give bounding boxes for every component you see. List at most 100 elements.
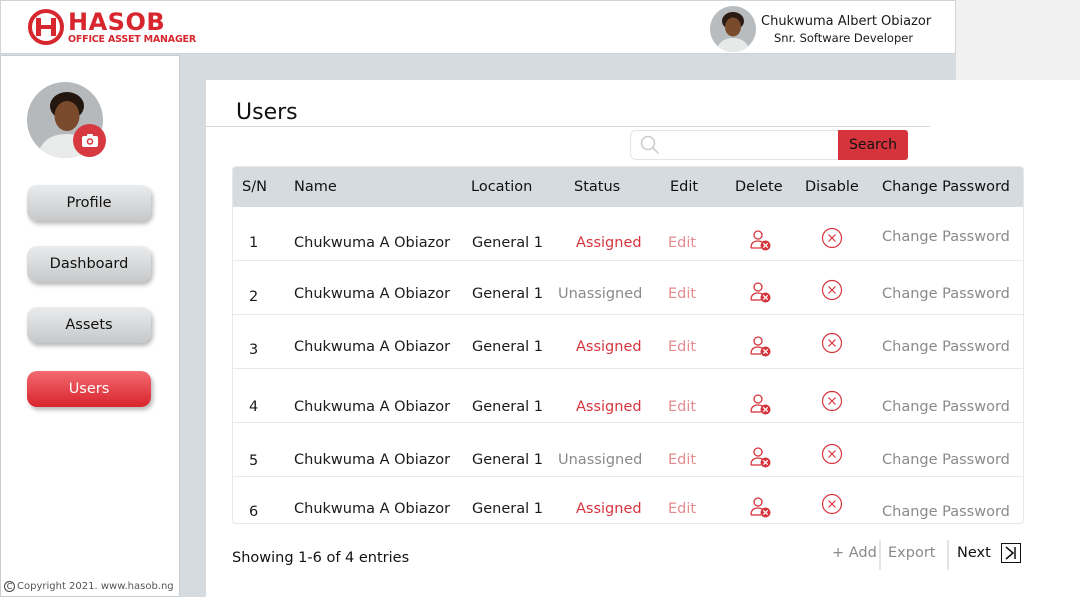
cell-status: Assigned <box>576 339 642 355</box>
search-bar: Search <box>630 130 908 160</box>
cell-location: General 1 <box>472 339 543 355</box>
circle-x-icon[interactable] <box>821 493 843 515</box>
circle-x-icon[interactable] <box>821 332 843 354</box>
search-button[interactable]: Search <box>838 130 908 160</box>
cell-location: General 1 <box>472 399 543 415</box>
cell-sn: 2 <box>249 289 259 305</box>
table-row: 3 Chukwuma A Obiazor General 1 Assigned … <box>233 315 1023 369</box>
table-header: S/N Name Location Status Edit Delete Dis… <box>233 167 1023 207</box>
header-change-password: Change Password <box>882 179 1010 195</box>
divider <box>947 540 949 570</box>
copyright-icon: C <box>4 581 15 592</box>
cell-location: General 1 <box>472 286 543 302</box>
change-password-link[interactable]: Change Password <box>882 286 1010 302</box>
edit-link[interactable]: Edit <box>668 286 696 302</box>
change-password-link[interactable]: Change Password <box>882 399 1010 415</box>
cell-location: General 1 <box>472 501 543 517</box>
table-row: 5 Chukwuma A Obiazor General 1 Unassigne… <box>233 423 1023 477</box>
cell-name: Chukwuma A Obiazor <box>294 235 451 251</box>
users-table: S/N Name Location Status Edit Delete Dis… <box>232 166 1024 524</box>
avatar[interactable] <box>710 6 756 52</box>
copyright-text: Copyright 2021. www.hasob.ng <box>17 581 174 592</box>
header-location: Location <box>471 179 533 195</box>
cell-name: Chukwuma A Obiazor <box>294 339 451 355</box>
change-password-link[interactable]: Change Password <box>882 339 1010 355</box>
nav-dashboard-label: Dashboard <box>49 256 129 272</box>
table-row: 1 Chukwuma A Obiazor General 1 Assigned … <box>233 207 1023 261</box>
change-photo-button[interactable] <box>73 124 106 157</box>
next-button[interactable]: Next <box>957 545 991 561</box>
main-panel: Users Search S/N Name Location Status Ed… <box>206 80 1080 597</box>
top-header: HASOB OFFICE ASSET MANAGER Chukwuma Albe… <box>0 0 956 54</box>
cell-sn: 5 <box>249 453 259 469</box>
nav-assets-label: Assets <box>65 317 113 333</box>
search-input[interactable] <box>630 130 840 160</box>
header-status: Status <box>574 179 621 195</box>
divider <box>879 540 881 570</box>
user-remove-icon[interactable] <box>748 334 772 358</box>
cell-status: Assigned <box>576 399 642 415</box>
change-password-link[interactable]: Change Password <box>882 452 1010 468</box>
header-disable: Disable <box>805 179 859 195</box>
hasob-logo-icon <box>28 9 64 45</box>
cell-status: Unassigned <box>558 452 643 468</box>
entries-info: Showing 1-6 of 4 entries <box>232 550 410 566</box>
cell-sn: 1 <box>249 235 259 251</box>
table-row: 6 Chukwuma A Obiazor General 1 Assigned … <box>233 477 1023 523</box>
nav-users-label: Users <box>68 381 110 397</box>
user-role: Snr. Software Developer <box>774 31 914 45</box>
nav-profile-button[interactable]: Profile <box>27 185 151 221</box>
nav-users-button[interactable]: Users <box>27 371 151 407</box>
cell-location: General 1 <box>472 452 543 468</box>
sidebar: Profile Dashboard Assets Users C Copyrig… <box>0 55 180 597</box>
circle-x-icon[interactable] <box>821 279 843 301</box>
next-page-icon[interactable] <box>1001 543 1021 563</box>
user-remove-icon[interactable] <box>748 392 772 416</box>
avatar-photo-icon <box>710 6 756 52</box>
change-password-link[interactable]: Change Password <box>882 504 1010 520</box>
change-password-link[interactable]: Change Password <box>882 229 1010 245</box>
cell-name: Chukwuma A Obiazor <box>294 399 451 415</box>
edit-link[interactable]: Edit <box>668 452 696 468</box>
copyright: C Copyright 2021. www.hasob.ng <box>4 581 174 592</box>
search-icon <box>640 135 660 155</box>
user-remove-icon[interactable] <box>748 280 772 304</box>
cell-status: Assigned <box>576 501 642 517</box>
edit-link[interactable]: Edit <box>668 399 696 415</box>
cell-name: Chukwuma A Obiazor <box>294 286 451 302</box>
page-title: Users <box>236 100 298 125</box>
table-row: 2 Chukwuma A Obiazor General 1 Unassigne… <box>233 261 1023 315</box>
edit-link[interactable]: Edit <box>668 501 696 517</box>
circle-x-icon[interactable] <box>821 390 843 412</box>
edit-link[interactable]: Edit <box>668 235 696 251</box>
cell-sn: 3 <box>249 342 259 358</box>
nav-profile-label: Profile <box>66 195 112 211</box>
header-name: Name <box>294 179 337 195</box>
user-remove-icon[interactable] <box>748 228 772 252</box>
cell-name: Chukwuma A Obiazor <box>294 452 451 468</box>
cell-status: Unassigned <box>558 286 643 302</box>
cell-sn: 4 <box>249 399 259 415</box>
cell-location: General 1 <box>472 235 543 251</box>
table-row: 4 Chukwuma A Obiazor General 1 Assigned … <box>233 369 1023 423</box>
header-delete: Delete <box>735 179 783 195</box>
nav-dashboard-button[interactable]: Dashboard <box>27 246 151 282</box>
circle-x-icon[interactable] <box>821 227 843 249</box>
circle-x-icon[interactable] <box>821 443 843 465</box>
user-remove-icon[interactable] <box>748 495 772 519</box>
title-divider <box>206 126 930 127</box>
nav-assets-button[interactable]: Assets <box>27 307 151 343</box>
brand-subtitle: OFFICE ASSET MANAGER <box>68 34 196 45</box>
cell-name: Chukwuma A Obiazor <box>294 501 451 517</box>
add-button[interactable]: + Add <box>832 545 877 561</box>
edit-link[interactable]: Edit <box>668 339 696 355</box>
cell-status: Assigned <box>576 235 642 251</box>
brand-title: HASOB <box>68 8 166 36</box>
camera-icon <box>81 134 98 147</box>
user-remove-icon[interactable] <box>748 445 772 469</box>
header-sn: S/N <box>242 179 267 195</box>
user-name: Chukwuma Albert Obiazor <box>761 14 932 29</box>
export-button[interactable]: Export <box>888 545 935 561</box>
chevron-right-bar-icon <box>1005 546 1016 560</box>
hasob-logo[interactable]: HASOB OFFICE ASSET MANAGER <box>27 8 196 49</box>
